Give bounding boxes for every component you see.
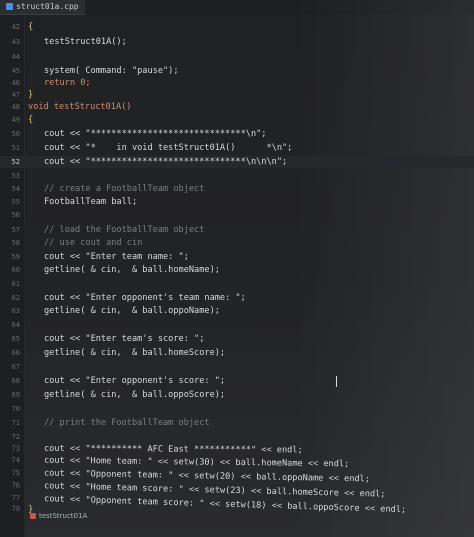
cpp-file-icon bbox=[6, 3, 13, 10]
line-number: 43 bbox=[11, 38, 20, 46]
line-number: 72 bbox=[11, 433, 20, 441]
code-line[interactable]: 71 // print the FootballTeam object bbox=[0, 417, 474, 429]
line-number: 46 bbox=[11, 79, 20, 87]
line-number: 54 bbox=[11, 185, 20, 193]
code-text: cout << "Enter team name: "; bbox=[44, 252, 189, 262]
code-line[interactable]: 49 { bbox=[0, 114, 474, 126]
code-line[interactable]: 53 bbox=[0, 170, 474, 182]
line-number: 50 bbox=[11, 130, 20, 138]
line-number: 66 bbox=[11, 349, 20, 357]
code-text: } bbox=[28, 90, 34, 100]
line-number: 75 bbox=[11, 468, 21, 478]
code-text: getline( & cin, & ball.homeScore); bbox=[44, 348, 226, 358]
line-number: 61 bbox=[11, 280, 20, 288]
line-number: 78 bbox=[11, 504, 21, 514]
line-number: 74 bbox=[11, 456, 21, 465]
line-number: 47 bbox=[11, 91, 20, 99]
line-number: 58 bbox=[11, 239, 20, 247]
line-number: 60 bbox=[11, 266, 20, 274]
line-number: 44 bbox=[11, 53, 20, 61]
line-number: 49 bbox=[11, 116, 20, 124]
code-line[interactable]: 66 getline( & cin, & ball.homeScore); bbox=[0, 347, 474, 359]
line-number: 62 bbox=[11, 294, 20, 302]
code-text: cout << "******************************\… bbox=[44, 129, 267, 139]
code-line[interactable]: 61 bbox=[0, 278, 474, 290]
line-number: 70 bbox=[11, 405, 20, 413]
line-number: 64 bbox=[11, 321, 20, 329]
line-number: 42 bbox=[11, 23, 20, 31]
code-text: // print the FootballTeam object bbox=[44, 418, 210, 428]
code-line[interactable]: 63 getline( & cin, & ball.oppoName); bbox=[0, 305, 474, 317]
line-number: 76 bbox=[11, 481, 21, 490]
file-tab[interactable]: struct01a.cpp bbox=[0, 0, 85, 15]
code-line[interactable]: 45 system( Command: "pause"); bbox=[0, 65, 474, 77]
file-tab-label: struct01a.cpp bbox=[16, 2, 79, 11]
breadcrumb-status[interactable]: testStruct01A bbox=[30, 512, 87, 520]
line-number: 55 bbox=[11, 198, 20, 206]
code-line[interactable]: 69 getline( & cin, & ball.oppoScore); bbox=[0, 389, 474, 401]
line-number: 71 bbox=[11, 419, 20, 427]
line-number: 51 bbox=[11, 144, 20, 152]
code-text: testStruct01A(); bbox=[44, 37, 127, 47]
code-line[interactable]: 70 bbox=[0, 403, 474, 415]
line-number: 45 bbox=[11, 67, 20, 75]
code-line[interactable]: 59 cout << "Enter team name: "; bbox=[0, 251, 474, 263]
code-text: getline( & cin, & ball.homeName); bbox=[44, 265, 220, 275]
code-line[interactable]: 62 cout << "Enter opponent's team name: "… bbox=[0, 292, 474, 304]
line-number: 59 bbox=[11, 253, 20, 261]
line-number: 67 bbox=[11, 363, 20, 371]
line-number: 56 bbox=[11, 211, 20, 219]
code-text: FootballTeam ball; bbox=[44, 197, 138, 207]
code-text: cout << "Enter team's score: "; bbox=[44, 334, 205, 344]
line-number: 53 bbox=[11, 172, 20, 180]
code-line[interactable]: 50 cout << "*****************************… bbox=[0, 128, 474, 140]
line-number: 68 bbox=[11, 377, 20, 385]
code-line[interactable]: 54 // create a FootballTeam object bbox=[0, 183, 474, 195]
code-text: // create a FootballTeam object bbox=[44, 184, 205, 194]
code-line[interactable]: 48 void testStruct01A() bbox=[0, 101, 474, 113]
code-line[interactable]: 44 bbox=[0, 51, 474, 63]
code-text: { bbox=[28, 115, 34, 125]
code-line[interactable]: 42 { bbox=[0, 21, 474, 33]
code-line[interactable]: 65 cout << "Enter team's score: "; bbox=[0, 333, 474, 345]
line-number: 57 bbox=[11, 226, 20, 234]
code-line[interactable]: 43 testStruct01A(); bbox=[0, 36, 474, 48]
code-line[interactable]: 51 cout << "* in void testStruct01A() *\n… bbox=[0, 142, 474, 154]
code-line[interactable]: 56 bbox=[0, 209, 474, 221]
code-text: getline( & cin, & ball.oppoScore); bbox=[44, 390, 226, 400]
code-line[interactable]: 72 bbox=[0, 431, 474, 443]
text-cursor bbox=[336, 376, 337, 387]
line-number: 63 bbox=[11, 307, 20, 315]
breadcrumb-function-label: testStruct01A bbox=[39, 512, 88, 520]
line-number: 48 bbox=[11, 103, 20, 111]
code-line[interactable]: 67 bbox=[0, 361, 474, 373]
code-text: // use cout and cin bbox=[44, 238, 143, 248]
code-line[interactable]: 47} bbox=[0, 89, 474, 101]
code-text: system( Command: "pause"); bbox=[44, 66, 179, 76]
code-line[interactable]: 68 cout << "Enter opponent's score: "; bbox=[0, 375, 474, 387]
line-number: 69 bbox=[11, 391, 20, 399]
code-line[interactable]: 60 getline( & cin, & ball.homeName); bbox=[0, 264, 474, 276]
line-number: 65 bbox=[11, 335, 20, 343]
code-text: cout << "* in void testStruct01A() *\n"; bbox=[44, 143, 293, 153]
code-text: return 0; bbox=[44, 78, 91, 88]
line-number: 73 bbox=[11, 444, 21, 453]
code-line[interactable]: 46 return 0; bbox=[0, 77, 474, 89]
function-icon bbox=[30, 513, 36, 519]
code-text: getline( & cin, & ball.oppoName); bbox=[44, 306, 220, 316]
code-text: void testStruct01A() bbox=[28, 102, 132, 112]
code-text: cout << "Enter opponent's score: "; bbox=[44, 376, 226, 386]
code-text: // load the FootballTeam object bbox=[44, 225, 205, 235]
code-line[interactable]: 57 // load the FootballTeam object bbox=[0, 224, 474, 236]
code-line[interactable]: 52 cout << "*****************************… bbox=[0, 156, 474, 168]
code-line[interactable]: 58 // use cout and cin bbox=[0, 237, 474, 249]
code-line[interactable]: 64 bbox=[0, 319, 474, 331]
code-text: cout << "Enter opponent's team name: "; bbox=[44, 293, 246, 303]
code-line[interactable]: 55 FootballTeam ball; bbox=[0, 196, 474, 208]
line-number: 52 bbox=[11, 158, 20, 166]
code-text: { bbox=[28, 22, 34, 32]
code-text: cout << "******************************\… bbox=[44, 157, 288, 167]
